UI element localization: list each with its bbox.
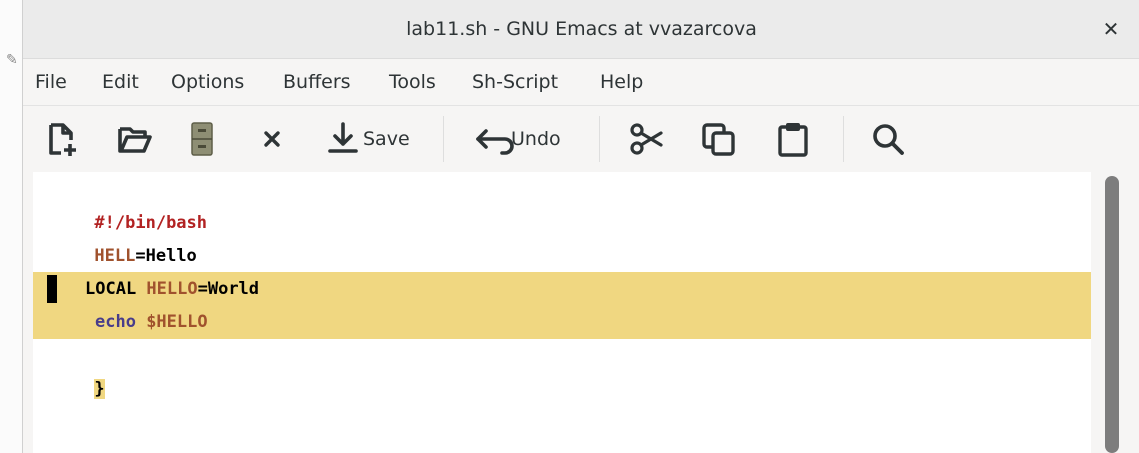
closing-brace: } — [94, 379, 105, 399]
menu-file[interactable]: File — [35, 59, 67, 105]
assignment-value: =World — [197, 279, 260, 299]
close-button[interactable]: ✕ — [1096, 14, 1126, 44]
folder-open-icon — [118, 127, 152, 153]
menu-help[interactable]: Help — [600, 59, 643, 105]
close-icon — [264, 131, 280, 147]
toolbar-separator — [843, 116, 844, 162]
kill-buffer-button[interactable] — [259, 116, 285, 162]
tool-bar: Save Undo — [23, 106, 1139, 172]
scrollbar-thumb[interactable] — [1105, 176, 1119, 453]
menu-options[interactable]: Options — [171, 59, 244, 105]
emacs-window: lab11.sh - GNU Emacs at vvazarcova ✕ Fil… — [22, 0, 1139, 453]
search-button[interactable] — [869, 116, 907, 162]
save-arrow-icon — [328, 122, 358, 153]
code-line: HELL=Hello — [33, 205, 1091, 266]
keyword-local: LOCAL — [85, 279, 147, 299]
background-window-edge: ✎ — [0, 0, 22, 453]
toolbar-separator — [443, 116, 444, 162]
copy-button[interactable] — [699, 116, 739, 162]
text-cursor — [47, 275, 57, 303]
code-line-highlighted: LOCAL HELLO=World — [33, 272, 1091, 306]
menu-buffers[interactable]: Buffers — [283, 59, 351, 105]
menu-edit[interactable]: Edit — [102, 59, 139, 105]
dired-button[interactable] — [187, 116, 217, 162]
cut-button[interactable] — [626, 116, 666, 162]
vertical-scrollbar[interactable] — [1091, 172, 1139, 453]
code-line: #!/bin/bash — [33, 172, 1091, 233]
code-line-highlighted: echo $HELLO — [33, 305, 1091, 339]
open-file-button[interactable] — [115, 116, 155, 162]
menu-tools[interactable]: Tools — [389, 59, 436, 105]
search-icon — [873, 124, 904, 155]
editor-buffer[interactable]: #!/bin/bash HELL=Hello function hello { … — [33, 172, 1091, 453]
code-line: function hello { — [33, 238, 1091, 299]
window-title: lab11.sh - GNU Emacs at vvazarcova — [406, 18, 757, 40]
scissors-icon — [630, 123, 663, 155]
menu-sh-script[interactable]: Sh-Script — [472, 59, 558, 105]
builtin-command: echo — [95, 312, 147, 332]
file-cabinet-icon — [191, 122, 213, 156]
title-bar[interactable]: lab11.sh - GNU Emacs at vvazarcova ✕ — [23, 0, 1139, 59]
new-file-button[interactable] — [43, 116, 81, 162]
new-file-icon — [49, 123, 76, 156]
menu-bar: File Edit Options Buffers Tools Sh-Scrip… — [23, 59, 1139, 106]
code-line: } — [33, 338, 1091, 399]
pencil-icon: ✎ — [6, 52, 18, 68]
save-button[interactable]: Save — [325, 116, 410, 162]
paste-button[interactable] — [775, 116, 811, 162]
clipboard-icon — [778, 123, 808, 157]
variable-reference: $HELLO — [146, 312, 208, 332]
close-icon: ✕ — [1102, 17, 1120, 41]
save-label: Save — [363, 128, 410, 150]
toolbar-separator — [599, 116, 600, 162]
undo-button[interactable]: Undo — [473, 116, 561, 162]
copy-icon — [702, 123, 735, 156]
variable-name: HELLO — [146, 279, 198, 299]
undo-label: Undo — [511, 128, 561, 150]
